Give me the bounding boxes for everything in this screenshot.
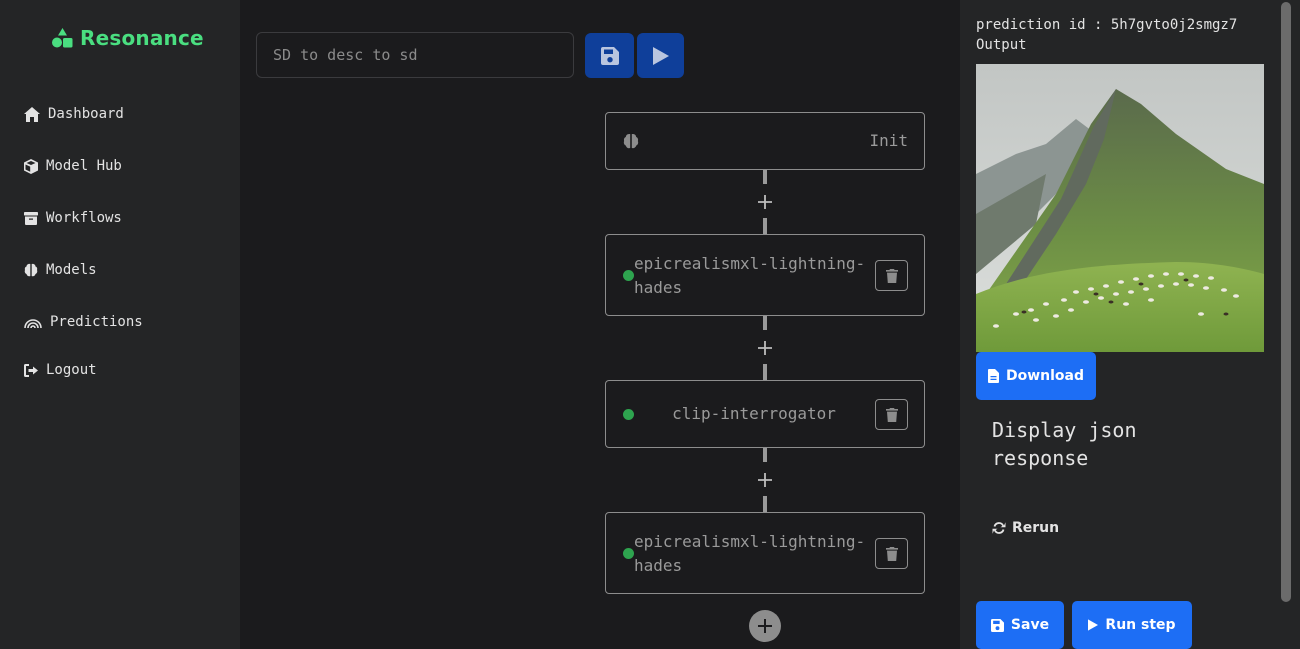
status-dot [623, 548, 634, 559]
plus-icon [758, 341, 772, 355]
run-workflow-button[interactable] [637, 33, 684, 78]
sidebar-item-logout[interactable]: Logout [24, 358, 97, 382]
sidebar-item-label: Logout [46, 362, 97, 378]
output-label: Output [976, 37, 1027, 53]
delete-step-button[interactable] [875, 538, 908, 569]
prediction-id: prediction id : 5h7gvto0j2smgz7 [976, 17, 1238, 33]
plus-icon [758, 473, 772, 487]
sidebar-item-label: Predictions [50, 314, 143, 330]
delete-step-button[interactable] [875, 399, 908, 430]
save-label: Save [1010, 617, 1050, 633]
save-workflow-button[interactable] [585, 33, 634, 78]
connector-line [763, 364, 767, 380]
step-model-name: epicrealismxl-lightning-hades [634, 254, 866, 297]
trash-icon [885, 546, 898, 561]
play-icon [652, 46, 669, 65]
add-step-button[interactable] [749, 610, 781, 642]
sidebar-item-predictions[interactable]: Predictions [24, 310, 143, 334]
brand-name: Resonance [80, 26, 204, 50]
sidebar-item-model-hub[interactable]: Model Hub [24, 154, 122, 178]
workflow-editor: Init epicrealismxl-lightning-hades clip-… [240, 0, 960, 649]
floppy-icon [600, 46, 619, 65]
cube-icon [24, 158, 38, 174]
sidebar-item-label: Model Hub [46, 158, 122, 174]
sidebar-item-dashboard[interactable]: Dashboard [24, 102, 124, 126]
workflow-step-node[interactable]: epicrealismxl-lightning-hades [605, 234, 925, 316]
archive-icon [24, 211, 38, 225]
connector-line [763, 496, 767, 512]
run-step-button[interactable]: Run step [1072, 601, 1192, 649]
brain-icon [24, 263, 38, 277]
status-dot [623, 409, 634, 420]
status-dot [623, 270, 634, 281]
floppy-icon [990, 618, 1004, 632]
workflow-step-node[interactable]: epicrealismxl-lightning-hades [605, 512, 925, 594]
insert-step-button[interactable] [757, 194, 773, 210]
workflow-step-node[interactable]: clip-interrogator [605, 380, 925, 448]
step-model-name: clip-interrogator [672, 404, 836, 423]
connector-line [763, 448, 767, 462]
download-label: Download [1005, 368, 1085, 384]
play-icon [1088, 619, 1099, 631]
rerun-label: Rerun [1012, 520, 1060, 536]
download-button[interactable]: Download [976, 352, 1096, 400]
connector-line [763, 316, 767, 330]
insert-step-button[interactable] [757, 340, 773, 356]
trash-icon [885, 268, 898, 283]
connector-line [763, 218, 767, 234]
output-image[interactable] [976, 64, 1264, 352]
rerun-button[interactable]: Rerun [992, 516, 1059, 540]
init-node-label: Init [869, 131, 908, 150]
trash-icon [885, 407, 898, 422]
scrollbar-thumb[interactable] [1281, 2, 1291, 602]
refresh-icon [992, 522, 1006, 534]
home-icon [24, 106, 40, 122]
run-step-label: Run step [1105, 617, 1176, 633]
file-icon [987, 369, 999, 383]
sidebar-item-label: Workflows [46, 210, 122, 226]
sidebar: Resonance Dashboard Model Hub Workflows … [0, 0, 240, 649]
step-model-name: epicrealismxl-lightning-hades [634, 532, 866, 575]
brand-logo[interactable]: Resonance [52, 24, 204, 52]
sidebar-item-label: Dashboard [48, 106, 124, 122]
output-panel: prediction id : 5h7gvto0j2smgz7 Output D… [960, 0, 1300, 649]
shapes-icon [52, 28, 73, 48]
sidebar-item-label: Models [46, 262, 97, 278]
sidebar-item-models[interactable]: Models [24, 258, 97, 282]
logout-icon [24, 363, 38, 377]
insert-step-button[interactable] [757, 472, 773, 488]
rainbow-icon [24, 319, 42, 329]
plus-icon [758, 195, 772, 209]
connector-line [763, 170, 767, 184]
json-response-toggle[interactable]: Display json response [992, 416, 1192, 472]
init-node[interactable]: Init [605, 112, 925, 170]
workflow-name-input[interactable] [256, 32, 574, 78]
save-button[interactable]: Save [976, 601, 1064, 649]
sidebar-item-workflows[interactable]: Workflows [24, 206, 122, 230]
delete-step-button[interactable] [875, 260, 908, 291]
plus-icon [758, 619, 772, 633]
brain-icon [623, 134, 639, 149]
